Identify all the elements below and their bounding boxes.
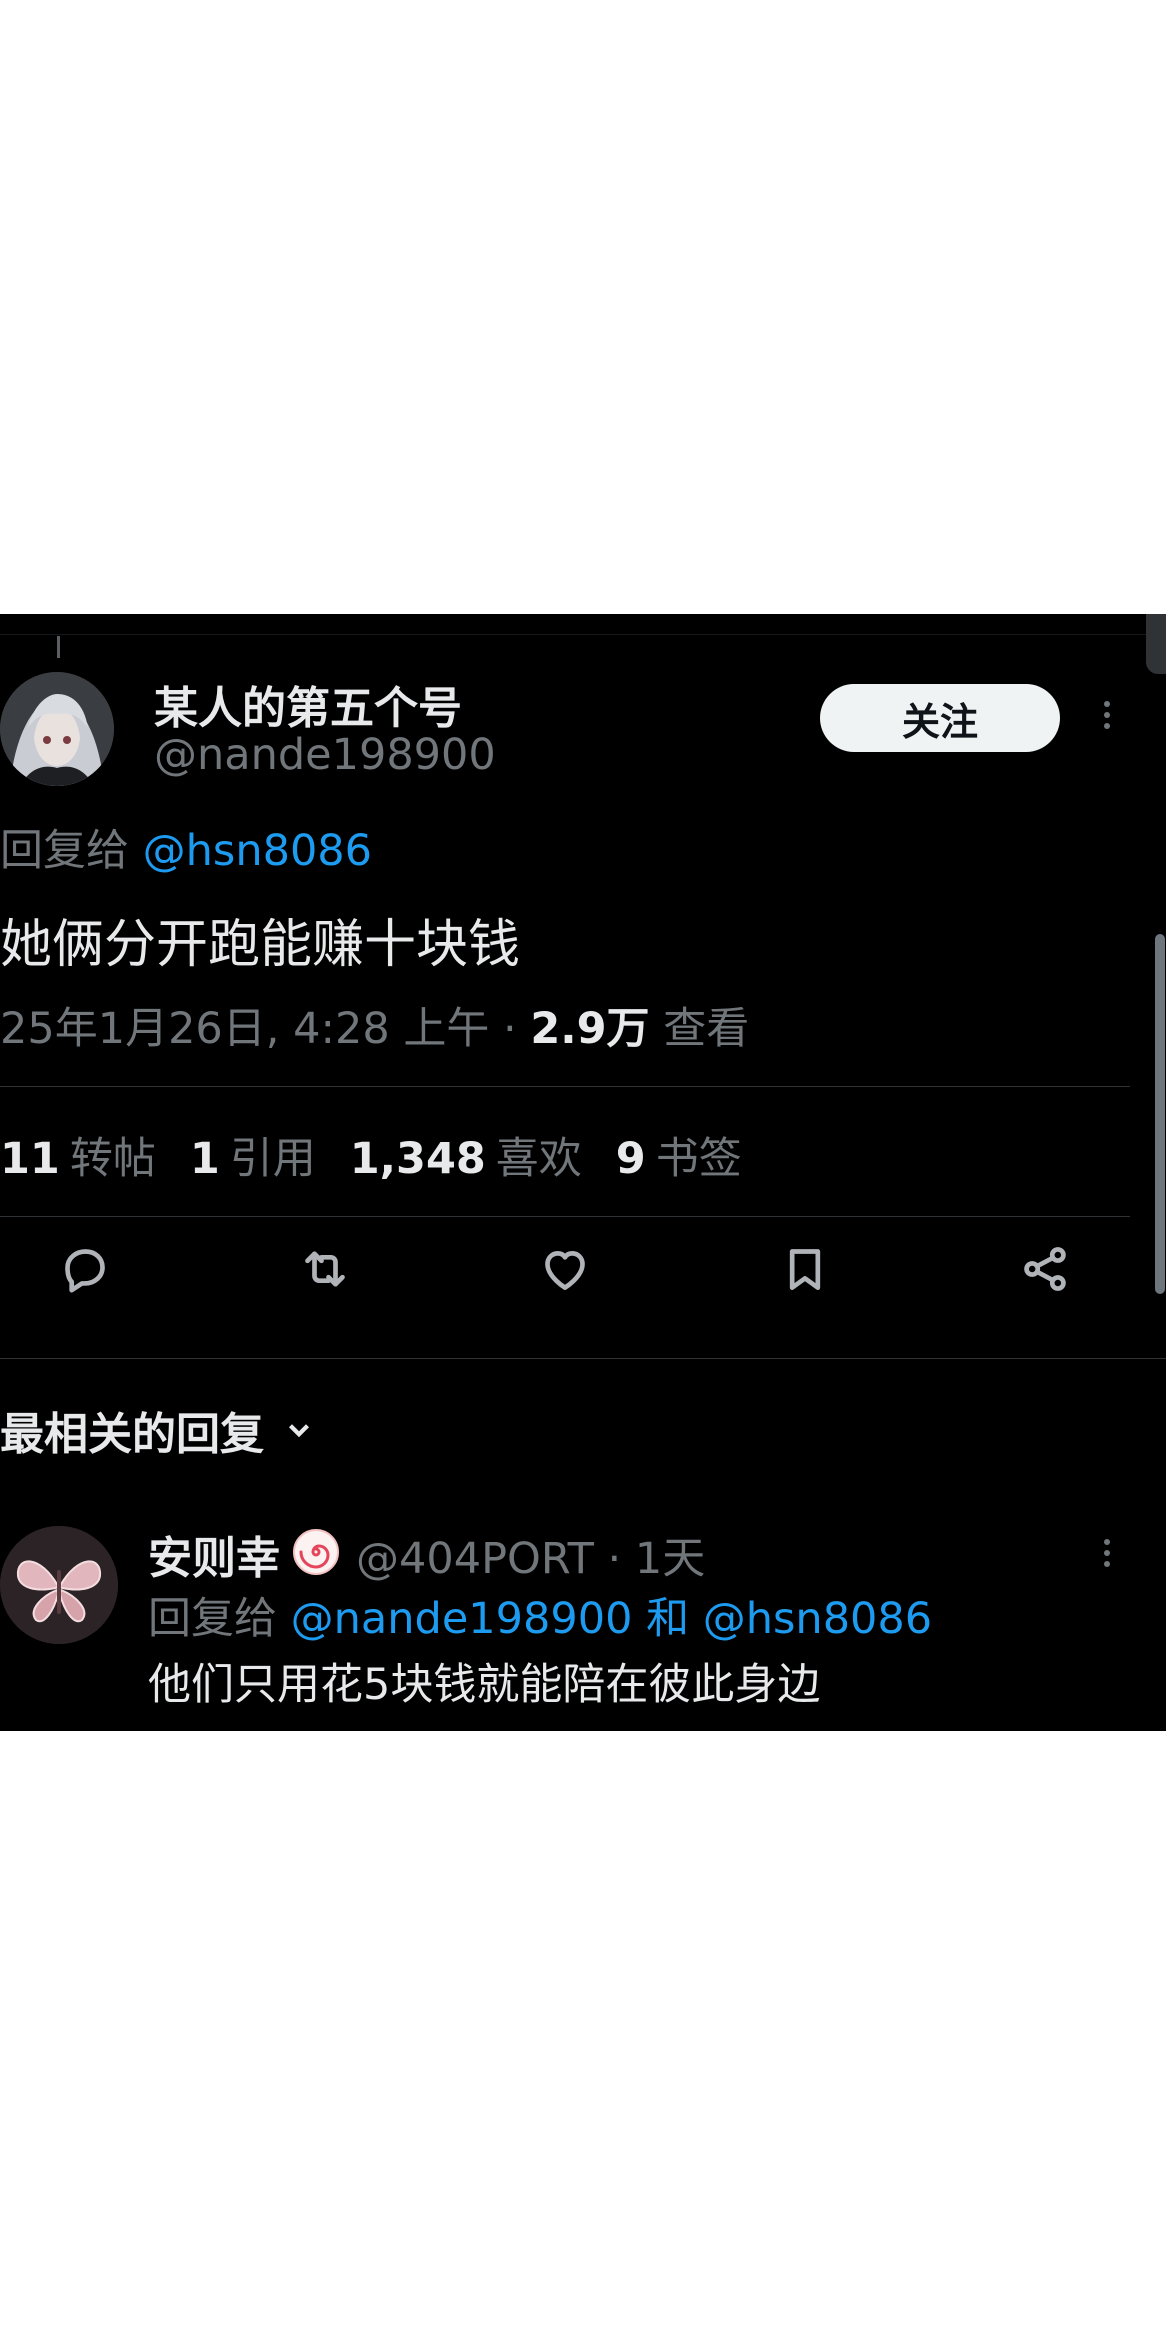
tweet-text: 她俩分开跑能赚十块钱 [0, 915, 521, 975]
chevron-down-icon [288, 1424, 310, 1438]
stat-quotes[interactable]: 1 引用 [190, 1124, 316, 1186]
tweet-timestamp[interactable]: 25年1月26日, 4:28 上午 [0, 1004, 489, 1054]
reply-icon[interactable] [50, 1234, 120, 1304]
author-avatar[interactable] [0, 672, 114, 786]
share-icon[interactable] [1010, 1234, 1080, 1304]
stats-top-divider [0, 1086, 1130, 1087]
meta-separator: · [503, 1004, 517, 1054]
replies-sort-dropdown[interactable]: 最相关的回复 [0, 1398, 316, 1462]
bookmark-icon[interactable] [770, 1234, 840, 1304]
reply-author-avatar[interactable] [0, 1526, 118, 1644]
reply-to-label: 回复给 [0, 826, 129, 876]
engagement-stats: 11 转帖 1 引用 1,348 喜欢 9 书签 [0, 1124, 742, 1186]
tweet-detail-panel: 某人的第五个号 @nande198900 关注 回复给 @hsn8086 她俩分… [0, 614, 1166, 1731]
stat-likes[interactable]: 1,348 喜欢 [350, 1124, 582, 1186]
butterfly-avatar-image [0, 1526, 118, 1644]
naruto-swirl-icon [293, 1529, 339, 1575]
reply-to-line: 回复给 @hsn8086 [0, 816, 372, 878]
reply-time[interactable]: 1天 [635, 1534, 705, 1584]
stat-bookmarks[interactable]: 9 书签 [616, 1124, 742, 1186]
actions-top-divider [0, 1216, 1130, 1217]
thread-connector-line [57, 636, 60, 658]
reply-author-meta: @404PORT · 1天 [356, 1524, 705, 1586]
replies-sort-label: 最相关的回复 [0, 1409, 264, 1460]
scrollbar-thumb[interactable] [1155, 934, 1165, 1294]
reply-meta-separator: · [607, 1534, 622, 1584]
top-divider [0, 634, 1166, 635]
reply-reply-to-line: 回复给 @nande198900 和 @hsn8086 [148, 1584, 932, 1646]
retweet-icon[interactable] [290, 1234, 360, 1304]
reply-to-handle-link[interactable]: @hsn8086 [143, 826, 372, 876]
reply-to-handle-link-1[interactable]: @nande198900 [291, 1594, 633, 1644]
views-count: 2.9万 [530, 1004, 650, 1054]
avatar-image [0, 672, 114, 786]
like-icon[interactable] [530, 1234, 600, 1304]
tweet-meta: 25年1月26日, 4:28 上午 · 2.9万 查看 [0, 994, 749, 1056]
reply-author-handle[interactable]: @404PORT [356, 1534, 594, 1584]
scroll-edge [1146, 614, 1166, 674]
reply-reply-to-label: 回复给 [148, 1594, 277, 1644]
reply-author-name[interactable]: 安则幸 [148, 1522, 280, 1586]
author-handle[interactable]: @nande198900 [154, 730, 496, 780]
views-label: 查看 [663, 1004, 750, 1054]
more-options-icon[interactable] [1090, 696, 1124, 740]
author-name[interactable]: 某人的第五个号 [154, 672, 462, 736]
reply-text: 他们只用花5块钱就能陪在彼此身边 [148, 1660, 821, 1710]
stat-retweets[interactable]: 11 转帖 [0, 1124, 156, 1186]
reply-to-conjunction: 和 [646, 1594, 690, 1644]
reply-to-handle-link-2[interactable]: @hsn8086 [703, 1594, 932, 1644]
replies-divider [0, 1358, 1166, 1359]
follow-button[interactable]: 关注 [820, 684, 1060, 752]
reply-more-options-icon[interactable] [1090, 1534, 1124, 1578]
